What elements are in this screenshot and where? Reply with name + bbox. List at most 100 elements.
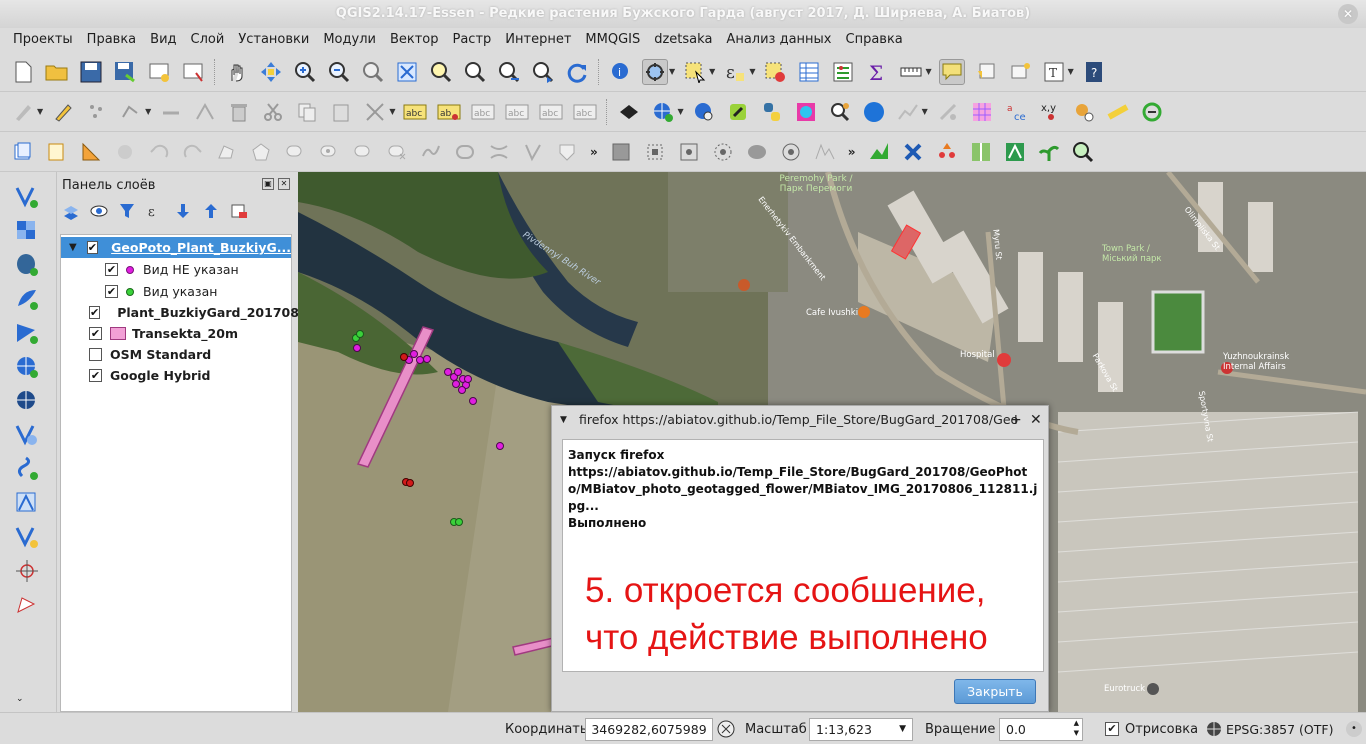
layer-visibility-checkbox[interactable]: ✔ [86,241,98,254]
layer-row-transekta[interactable]: ✔ Transekta_20m [61,323,291,344]
add-group-icon[interactable] [62,202,80,220]
chevron-down-icon[interactable]: ▼ [922,107,928,116]
spin-arrows-icon[interactable]: ▲ ▼ [1074,718,1079,738]
merge-features-icon[interactable] [554,139,580,165]
move-feature-icon[interactable] [118,99,144,125]
delete-selected-icon[interactable] [226,99,252,125]
add-postgis-layer-icon[interactable] [14,252,40,278]
dialog-maximize-icon[interactable]: + [1010,406,1022,434]
zoom-search-icon[interactable] [1070,139,1096,165]
rotate-label-icon[interactable]: abc [538,99,564,125]
zoom-to-selection-icon[interactable] [428,59,454,85]
add-ring-icon[interactable] [248,139,274,165]
layer-row-plant[interactable]: ✔ Plant_BuzkiyGard_201708 [61,302,299,323]
shape-center-square-icon[interactable] [676,139,702,165]
shape-center-circle-icon[interactable] [778,139,804,165]
manage-visibility-icon[interactable] [90,202,108,220]
translate-plugin-icon[interactable]: a ce [1003,99,1029,125]
fill-ring-icon[interactable] [316,139,342,165]
add-raster-layer-icon[interactable] [14,218,40,244]
sentinel-x-icon[interactable] [900,139,926,165]
menu-plugins[interactable]: Модули [323,32,376,47]
georeferencer-icon[interactable] [935,99,961,125]
window-close-button[interactable]: ✕ [1338,4,1358,24]
open-project-icon[interactable] [44,59,70,85]
new-print-composer-icon[interactable] [146,59,172,85]
add-geometry-icon[interactable] [14,592,40,618]
add-wcs-layer-icon[interactable] [14,388,40,414]
composer-manager-icon[interactable] [180,59,206,85]
pin-labels-icon[interactable]: ab [436,99,462,125]
field-calculator-icon[interactable] [830,59,856,85]
filter-by-expression-icon[interactable]: ε [146,202,164,220]
filter-legend-icon[interactable] [118,202,136,220]
add-point-icon[interactable] [84,99,110,125]
chevron-down-icon[interactable]: ▼ [669,67,675,76]
offset-curve-icon[interactable] [452,139,478,165]
notes-icon[interactable] [44,139,70,165]
menu-vector[interactable]: Вектор [390,32,439,47]
new-shapefile-layer-icon[interactable] [14,524,40,550]
layer-visibility-checkbox[interactable]: ✔ [89,306,101,319]
split-features-icon[interactable] [486,139,512,165]
xy-tools-icon[interactable]: x,y [1037,99,1063,125]
chevron-down-icon[interactable]: ▼ [749,67,755,76]
messages-icon[interactable]: • [1346,721,1362,737]
menu-edit[interactable]: Правка [87,32,136,47]
move-label-icon[interactable]: abc [504,99,530,125]
add-delimited-text-icon[interactable] [14,456,40,482]
ruler-triangle-icon[interactable] [78,139,104,165]
chevron-down-icon[interactable]: ▼ [899,719,906,740]
dialog-close-button[interactable]: Закрыть [954,679,1036,704]
layer-visibility-checkbox[interactable]: ✔ [89,327,102,340]
shape-circle-icon[interactable] [710,139,736,165]
class-visibility-checkbox[interactable]: ✔ [105,263,118,276]
toolbar-overflow-chevron[interactable]: » [848,145,856,159]
text-annotation-icon[interactable]: T [1041,59,1067,85]
semi-auto-classification-icon[interactable] [793,99,819,125]
zoom-in-icon[interactable] [292,59,318,85]
expand-all-icon[interactable] [174,202,192,220]
zoom-to-layer-icon[interactable] [462,59,488,85]
layer-visibility-checkbox[interactable]: ✔ [89,369,102,382]
advanced-digitizing-icon[interactable] [362,99,388,125]
cut-features-icon[interactable] [260,99,286,125]
remove-layer-icon[interactable] [230,202,248,220]
browser-panel-icon[interactable] [10,139,36,165]
menu-help[interactable]: Справка [846,32,903,47]
map-tips-icon[interactable] [938,58,965,85]
node-tool-icon[interactable] [158,99,184,125]
layer-row-vid-ukazan[interactable]: ✔ Вид указан [61,281,291,302]
toolbar-overflow-chevron[interactable]: » [590,145,598,159]
collapse-arrow-icon[interactable]: ▼ [69,242,77,253]
zoom-last-icon[interactable] [496,59,522,85]
points-locator-icon[interactable] [934,139,960,165]
show-bookmarks-icon[interactable] [1007,59,1033,85]
chevron-down-icon[interactable]: ⌄ [16,694,24,704]
qgis-plugin-icon[interactable] [725,99,751,125]
chevron-down-icon[interactable]: ▼ [1068,67,1074,76]
rotate-feature-icon[interactable] [112,139,138,165]
delete-part-icon[interactable] [384,139,410,165]
split-parts-icon[interactable] [520,139,546,165]
add-wfs-layer-icon[interactable] [14,422,40,448]
menu-web[interactable]: Интернет [505,32,571,47]
chevron-down-icon[interactable]: ▼ [145,107,151,116]
delete-ring-icon[interactable] [350,139,376,165]
toggle-extents-icon[interactable] [716,719,736,739]
paste-features-icon[interactable] [328,99,354,125]
lidar-2d-icon[interactable] [866,139,892,165]
render-checkbox[interactable]: ✔ [1105,722,1119,736]
help-contents-icon[interactable]: ? [1081,59,1107,85]
highlight-pinned-labels-icon[interactable]: abc [470,99,496,125]
geometry-checker-icon[interactable] [1002,139,1028,165]
crs-label[interactable]: EPSG:3857 (OTF) [1226,719,1333,741]
planet-labs-icon[interactable] [861,99,887,125]
add-virtual-layer-icon[interactable] [14,490,40,516]
add-wms-layer-side-icon[interactable] [14,354,40,380]
plant-icon[interactable] [1036,139,1062,165]
rotation-spinbox[interactable]: 0.0 ▲ ▼ [999,718,1083,741]
add-mssql-layer-icon[interactable] [14,320,40,346]
current-edits-icon[interactable] [10,99,36,125]
grid-plugin-icon[interactable] [969,99,995,125]
